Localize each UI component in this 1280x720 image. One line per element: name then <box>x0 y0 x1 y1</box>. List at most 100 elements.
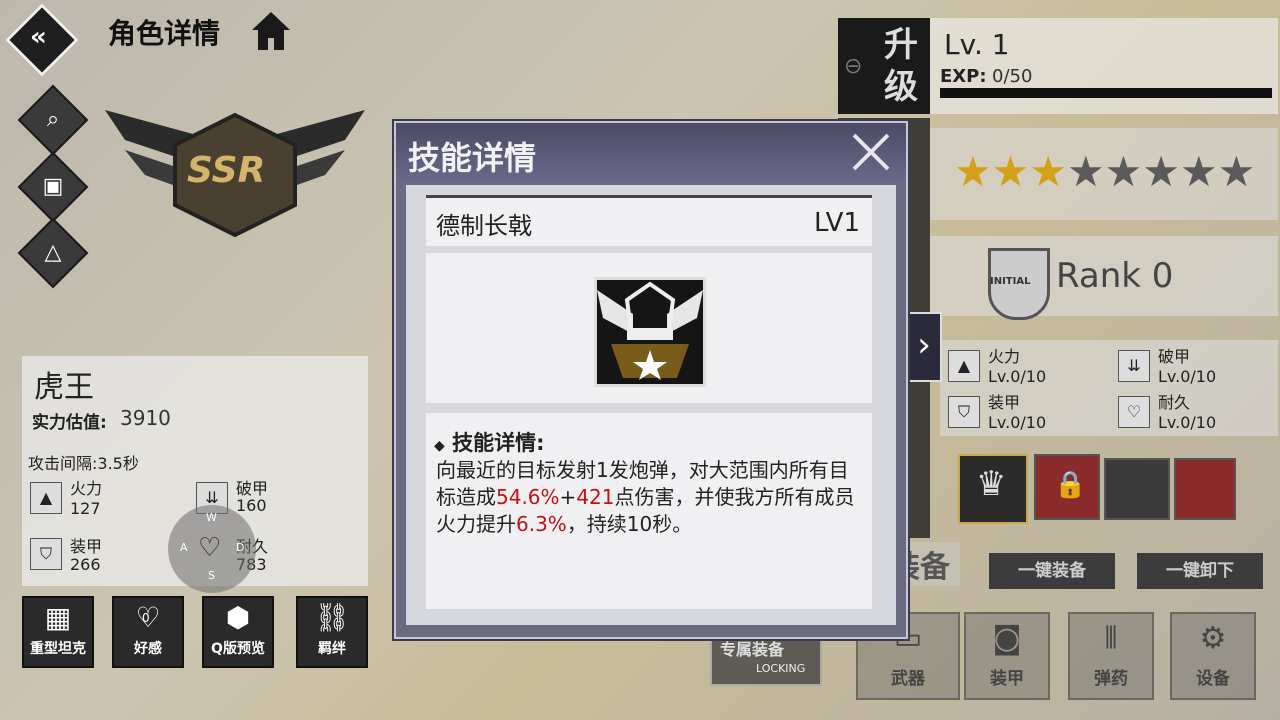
close-button[interactable] <box>846 127 896 177</box>
tank-type-button[interactable]: ▦ 重型坦克 <box>22 596 94 668</box>
skill-slot-4[interactable] <box>1174 458 1236 520</box>
equip-all-button[interactable]: 一键装备 <box>989 553 1115 589</box>
exp-value: 0/50 <box>992 66 1033 87</box>
tank-icon: ▦ <box>44 601 72 634</box>
close-icon <box>852 133 890 171</box>
chibi-preview-label: Q版预览 <box>211 641 265 657</box>
bond-label: 羁绊 <box>318 641 346 657</box>
diamond-bullet-icon: ◆ <box>434 438 445 454</box>
joystick-up: W <box>206 511 217 524</box>
back-arrow-icon: « <box>30 22 47 52</box>
attack-interval: 攻击间隔:3.5秒 <box>28 454 139 473</box>
armor-icon: ⛉ <box>30 538 62 570</box>
modal-title: 技能详情 <box>408 139 537 177</box>
star-rating: ★★★★★★★★ <box>954 150 1255 194</box>
desc-part3: ，持续10秒。 <box>566 512 693 536</box>
skill-name-card: 德制长戟 LV1 <box>426 195 872 246</box>
exp-bar <box>940 88 1272 98</box>
power-label: 实力估值: <box>32 413 107 433</box>
skill-firepower-icon: ▲ <box>948 350 980 382</box>
next-arrow-button[interactable]: › <box>906 312 942 382</box>
skill-firepower-value: Lv.0/10 <box>988 367 1047 386</box>
tank-type-label: 重型坦克 <box>30 641 86 657</box>
ammo-slot[interactable]: ⦀ 弹药 <box>1068 612 1154 700</box>
unequip-all-button[interactable]: 一键卸下 <box>1137 553 1263 589</box>
locking-label: LOCKING <box>756 662 806 675</box>
joystick-right: D <box>236 541 245 554</box>
frame-icon: ▣ <box>42 174 64 199</box>
skill-icon <box>594 277 706 387</box>
skill-icon-card <box>426 253 872 403</box>
skill-armor-label: 装甲 <box>988 393 1021 412</box>
weapon-label: 武器 <box>891 669 925 689</box>
device-icon: ⚙ <box>1199 621 1227 656</box>
device-label: 设备 <box>1196 669 1230 689</box>
skill-slot-3[interactable] <box>1104 458 1170 520</box>
modal-body: 德制长戟 LV1 ◆ 技能详情: 向最近的目标发射1发炮弹，对大范围内所有目标造… <box>406 185 896 625</box>
skill-level: LV1 <box>814 208 860 238</box>
star-empty-icon: ★ <box>1217 147 1256 196</box>
star-empty-icon: ★ <box>1142 147 1180 196</box>
chibi-preview-button[interactable]: ⬢ Q版预览 <box>202 596 274 668</box>
star-empty-icon: ★ <box>1066 147 1105 196</box>
rarity-emblem: SSR <box>105 100 365 240</box>
page-title: 角色详情 <box>108 17 221 50</box>
ammo-icon: ⦀ <box>1104 621 1118 656</box>
joystick-left: A <box>180 541 188 554</box>
armor-slot[interactable]: ◙ 装甲 <box>964 612 1050 700</box>
stat-firepower-value: 127 <box>70 499 101 518</box>
level-box: Lv. 1 EXP: 0/50 <box>930 18 1278 114</box>
desc-damage-flat: 421 <box>576 485 615 509</box>
upgrade-button[interactable]: ⊖ 升级 <box>838 18 930 114</box>
heart-outline-icon: ♡ 0 <box>114 598 182 638</box>
armor-plate-icon: ◙ <box>992 621 1022 656</box>
back-button[interactable]: « <box>5 3 88 77</box>
skill-penetration-icon: ⇊ <box>1118 350 1150 382</box>
affection-button[interactable]: ♡ 0 好感 <box>112 596 184 668</box>
stat-penetration-value: 160 <box>236 496 267 515</box>
skill-durability-label: 耐久 <box>1158 393 1191 412</box>
detail-heading-text: 技能详情: <box>452 431 545 455</box>
power-value: 3910 <box>120 406 171 430</box>
character-name: 虎王 <box>34 370 94 405</box>
target-icon: ⊖ <box>844 54 863 79</box>
heart-icon: ♡ <box>198 533 222 563</box>
rank-row: INITIAL Rank 0 <box>930 236 1278 320</box>
exp-label: EXP: <box>940 66 987 87</box>
skill-slot-1[interactable]: ♛ <box>958 454 1028 524</box>
affection-label: 好感 <box>134 641 162 657</box>
lock-icon: 🔒 <box>1054 470 1087 500</box>
rank-label: Rank 0 <box>1056 256 1174 296</box>
crown-skill-icon: ♛ <box>976 464 1007 504</box>
desc-damage-percent: 54.6% <box>496 485 560 509</box>
star-filled-icon: ★ <box>1029 147 1067 196</box>
device-slot[interactable]: ⚙ 设备 <box>1170 612 1256 700</box>
cube-icon: ⬢ <box>225 601 251 634</box>
zoom-icon: ⌕ <box>46 107 60 132</box>
detail-heading: ◆ 技能详情: <box>434 427 545 457</box>
skill-durability-icon: ♡ <box>1118 396 1150 428</box>
home-icon[interactable] <box>248 8 294 54</box>
rank-badge-label: INITIAL <box>990 276 1031 287</box>
skill-stats-panel: ▲ 火力 Lv.0/10 ⇊ 破甲 Lv.0/10 ⛉ 装甲 Lv.0/10 ♡… <box>940 340 1278 436</box>
firepower-icon: ▲ <box>30 482 62 514</box>
hanger-icon: △ <box>44 240 62 265</box>
skill-slot-2[interactable]: 🔒 <box>1034 454 1100 520</box>
affection-count: 0 <box>142 611 150 625</box>
skill-penetration-value: Lv.0/10 <box>1158 367 1217 386</box>
ammo-label: 弹药 <box>1094 669 1128 689</box>
skill-armor-icon: ⛉ <box>948 396 980 428</box>
joystick[interactable]: W A D S ♡ <box>168 505 256 593</box>
exclusive-equip-slot[interactable]: 专属装备 LOCKING <box>710 632 822 686</box>
star-filled-icon: ★ <box>991 147 1030 196</box>
desc-buff-percent: 6.3% <box>516 512 567 536</box>
skill-firepower-label: 火力 <box>988 347 1021 366</box>
exclusive-label: 专属装备 <box>720 640 785 659</box>
stat-armor-value: 266 <box>70 555 101 574</box>
chain-icon: ⛓ <box>314 601 350 634</box>
star-empty-icon: ★ <box>1179 147 1218 196</box>
bond-button[interactable]: ⛓ 羁绊 <box>296 596 368 668</box>
skill-penetration-label: 破甲 <box>1158 347 1191 366</box>
rarity-label: SSR <box>187 150 266 191</box>
skill-description: 向最近的目标发射1发炮弹，对大范围内所有目标造成54.6%+421点伤害，并使我… <box>436 457 868 538</box>
